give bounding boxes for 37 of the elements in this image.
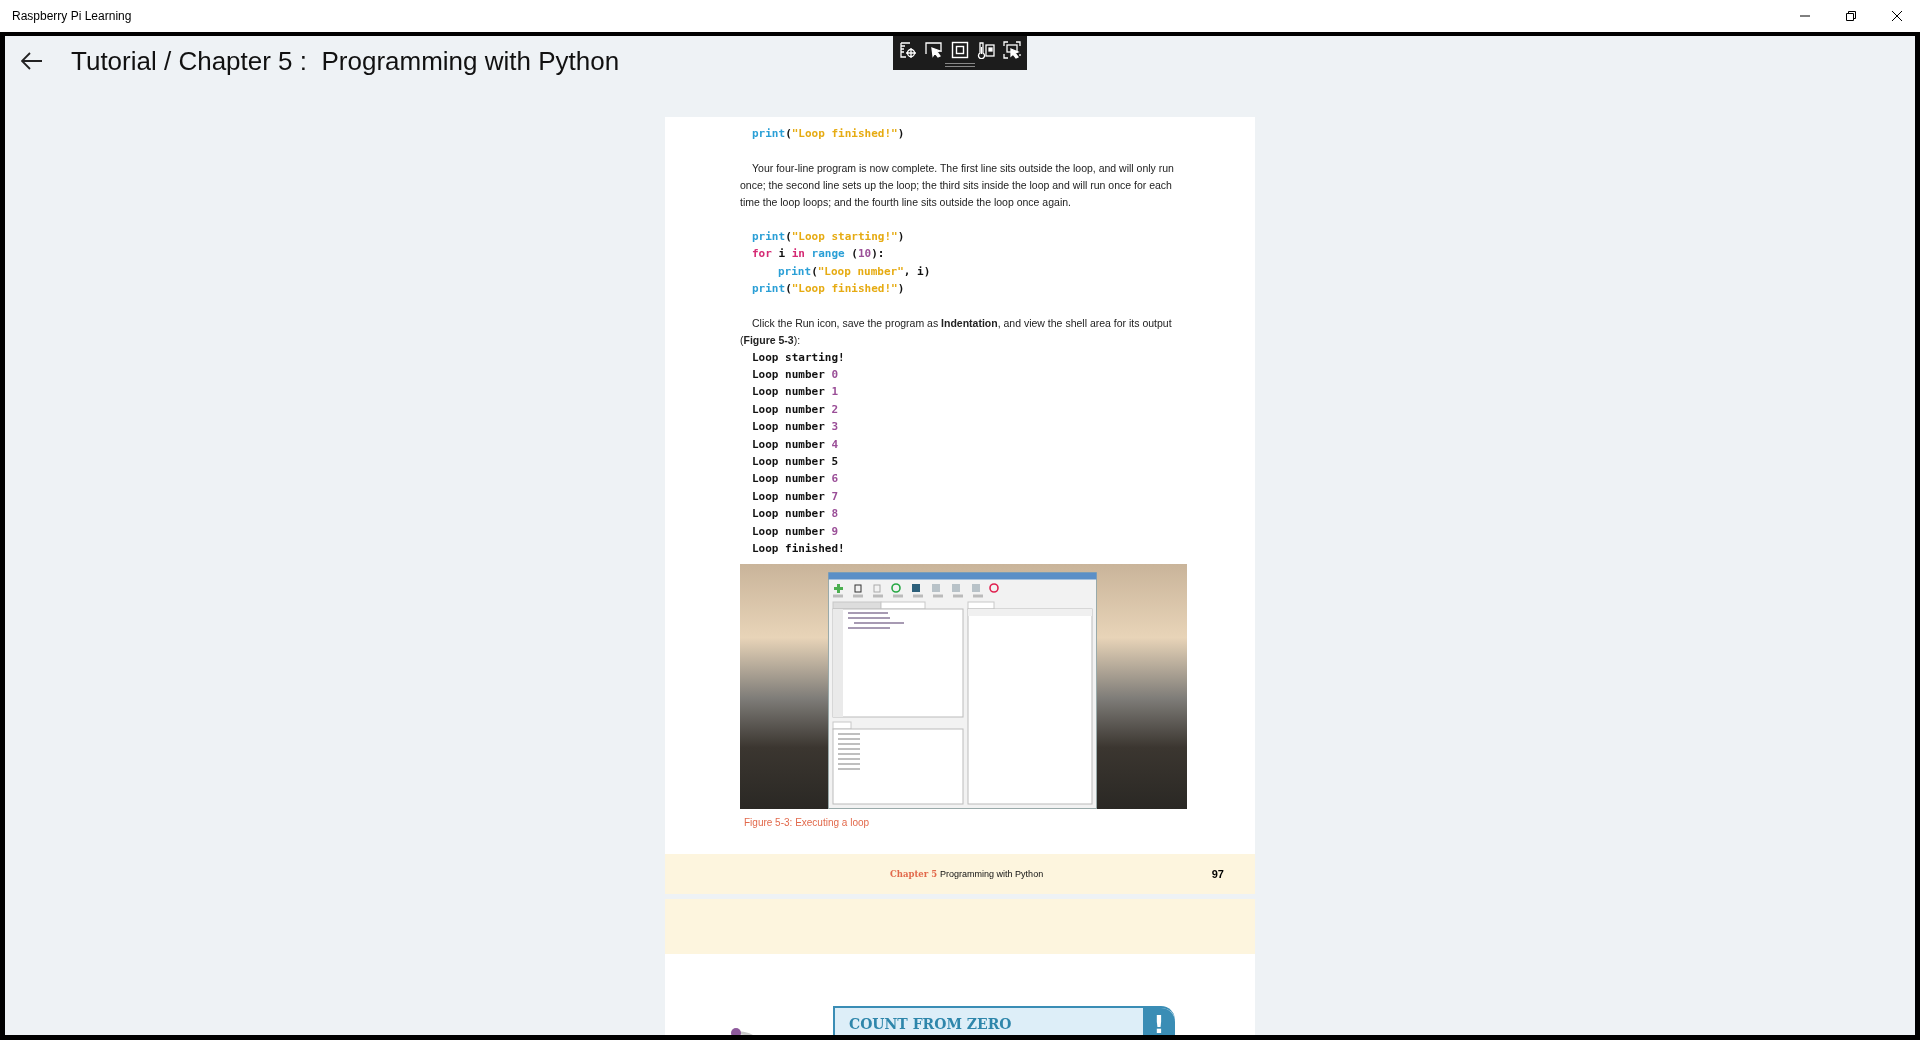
- output-line: Loop number 7: [752, 488, 840, 505]
- output-line: Loop number 6: [752, 471, 840, 488]
- callout-title: COUNT FROM ZERO: [849, 1016, 1012, 1033]
- back-arrow-icon: [21, 52, 43, 70]
- cursor-select-icon[interactable]: [925, 41, 943, 59]
- code-line: for i in range (10):: [752, 246, 886, 262]
- minimize-icon: [1800, 15, 1810, 17]
- callout-mark: !: [1143, 1008, 1175, 1035]
- page-number: 97: [1211, 868, 1224, 881]
- thermometer-icon[interactable]: [977, 41, 995, 59]
- restore-icon: [1846, 11, 1856, 21]
- page-title: Tutorial / Chapter 5 : Programming with Python: [71, 45, 620, 77]
- output-line: Loop number 8: [752, 506, 840, 523]
- code-line: print("Loop number", i): [777, 263, 932, 280]
- paragraph: Your four-line program is now complete. The first line sits outside the loop, and will only run once; the second line sets up the loop; the third sits inside the loop and will run once for each time the loop loops; and the fourth line sits outside the loop once again.: [740, 160, 1175, 210]
- code-line: print("Loop starting!"): [752, 228, 906, 245]
- footer-title: Programming with Python: [940, 869, 1044, 880]
- output-line: Loop number 5: [752, 453, 840, 470]
- window-title: Raspberry Pi Learning: [12, 9, 132, 23]
- figure-caption: Figure 5-3: Executing a loop: [743, 817, 871, 829]
- output-line: Loop starting!: [752, 349, 846, 366]
- close-icon: [1892, 11, 1902, 21]
- code-line: print("Loop finished!"): [752, 126, 906, 142]
- target-document-icon[interactable]: [899, 41, 917, 59]
- output-line: Loop number 0: [752, 366, 840, 383]
- output-line: Loop number 9: [752, 523, 840, 540]
- output-line: Loop finished!: [752, 540, 846, 557]
- output-line: Loop number 1: [752, 384, 840, 401]
- output-line: Loop number 2: [752, 401, 840, 418]
- footer-chapter: Chapter 5: [890, 869, 938, 880]
- paragraph: Click the Run icon, save the program as Indentation, and view the shell area for its output (Figure 5-3):: [740, 315, 1173, 348]
- screen-select-icon[interactable]: [1003, 41, 1021, 59]
- drag-handle[interactable]: [945, 63, 975, 67]
- code-line: print("Loop finished!"): [752, 281, 906, 297]
- output-line: Loop number 3: [752, 419, 840, 436]
- output-line: Loop number 4: [752, 436, 840, 453]
- frame-icon[interactable]: [951, 41, 969, 59]
